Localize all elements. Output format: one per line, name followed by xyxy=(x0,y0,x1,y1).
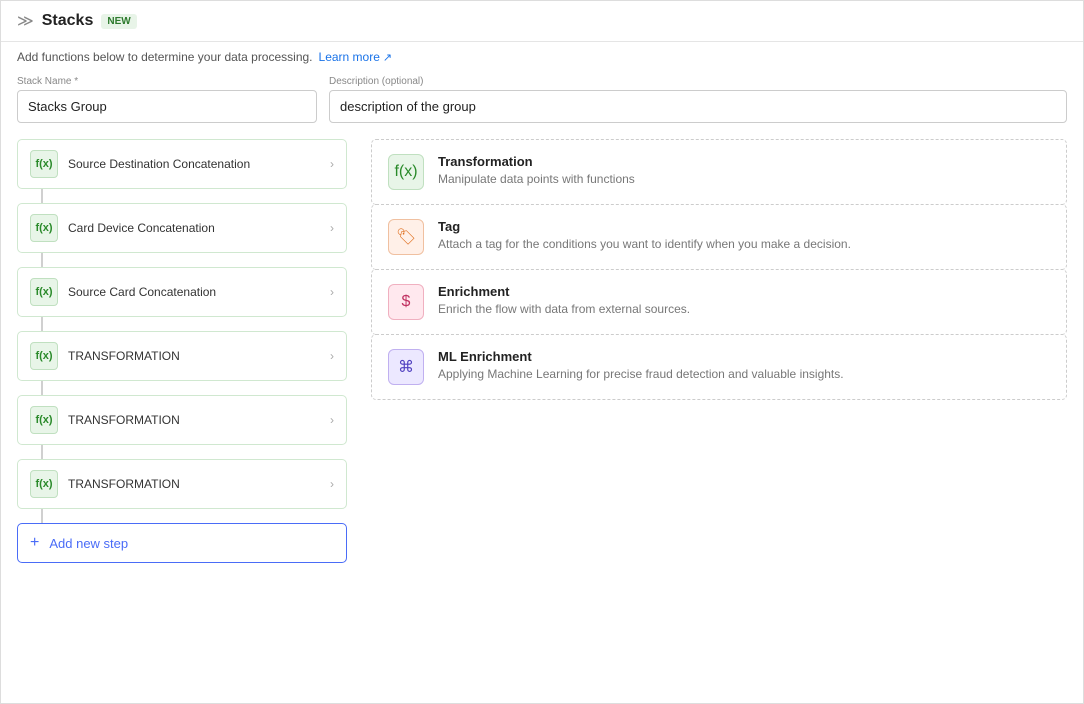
external-link-icon: ↗ xyxy=(383,51,392,64)
step-connector xyxy=(41,317,43,331)
step-connector xyxy=(41,445,43,459)
new-badge: NEW xyxy=(101,14,136,29)
plus-icon: + xyxy=(30,534,39,552)
step-item[interactable]: f(x) Source Destination Concatenation › xyxy=(17,139,347,189)
option-title: Enrichment xyxy=(438,284,690,299)
step-icon: f(x) xyxy=(30,406,58,434)
option-item[interactable]: $ Enrichment Enrich the flow with data f… xyxy=(371,269,1067,335)
option-text: Transformation Manipulate data points wi… xyxy=(438,154,635,186)
option-text: ML Enrichment Applying Machine Learning … xyxy=(438,349,844,381)
step-connector xyxy=(41,189,43,203)
option-text: Tag Attach a tag for the conditions you … xyxy=(438,219,851,251)
option-icon: 🏷 xyxy=(388,219,424,255)
step-icon: f(x) xyxy=(30,342,58,370)
subtitle-text: Add functions below to determine your da… xyxy=(17,50,313,64)
f(x)-icon: f(x) xyxy=(394,163,417,181)
option-desc: Attach a tag for the conditions you want… xyxy=(438,237,851,251)
step-connector xyxy=(41,381,43,395)
stack-name-input[interactable] xyxy=(17,90,317,123)
options-panel: f(x) Transformation Manipulate data poin… xyxy=(371,139,1067,643)
ml-icon: ⌘ xyxy=(398,357,414,377)
option-title: Transformation xyxy=(438,154,635,169)
option-icon: ⌘ xyxy=(388,349,424,385)
step-item[interactable]: f(x) TRANSFORMATION › xyxy=(17,395,347,445)
add-new-step-button[interactable]: + Add new step xyxy=(17,523,347,563)
enrichment-icon: $ xyxy=(402,293,411,311)
description-input[interactable] xyxy=(329,90,1067,123)
learn-more-link[interactable]: Learn more ↗ xyxy=(319,50,393,64)
stacks-icon: ≫ xyxy=(17,11,34,31)
stack-name-label: Stack Name * xyxy=(17,76,317,87)
form-row: Stack Name * Description (optional) xyxy=(1,76,1083,139)
option-title: Tag xyxy=(438,219,851,234)
description-label: Description (optional) xyxy=(329,76,1067,87)
add-step-label: Add new step xyxy=(49,536,128,551)
option-item[interactable]: f(x) Transformation Manipulate data poin… xyxy=(371,139,1067,205)
tag-icon: 🏷 xyxy=(396,227,416,247)
chevron-right-icon: › xyxy=(330,221,334,235)
option-desc: Enrich the flow with data from external … xyxy=(438,302,690,316)
option-icon: $ xyxy=(388,284,424,320)
step-connector xyxy=(41,253,43,267)
step-icon: f(x) xyxy=(30,470,58,498)
step-label: Source Destination Concatenation xyxy=(68,157,320,171)
chevron-right-icon: › xyxy=(330,413,334,427)
option-icon: f(x) xyxy=(388,154,424,190)
chevron-right-icon: › xyxy=(330,157,334,171)
stack-name-field: Stack Name * xyxy=(17,76,317,123)
option-title: ML Enrichment xyxy=(438,349,844,364)
step-item[interactable]: f(x) TRANSFORMATION › xyxy=(17,459,347,509)
description-field: Description (optional) xyxy=(329,76,1067,123)
chevron-right-icon: › xyxy=(330,349,334,363)
option-text: Enrichment Enrich the flow with data fro… xyxy=(438,284,690,316)
option-item[interactable]: 🏷 Tag Attach a tag for the conditions yo… xyxy=(371,204,1067,270)
step-label: TRANSFORMATION xyxy=(68,413,320,427)
option-desc: Applying Machine Learning for precise fr… xyxy=(438,367,844,381)
chevron-right-icon: › xyxy=(330,477,334,491)
chevron-right-icon: › xyxy=(330,285,334,299)
step-connector xyxy=(41,509,43,523)
step-label: Source Card Concatenation xyxy=(68,285,320,299)
step-label: Card Device Concatenation xyxy=(68,221,320,235)
step-icon: f(x) xyxy=(30,150,58,178)
option-item[interactable]: ⌘ ML Enrichment Applying Machine Learnin… xyxy=(371,334,1067,400)
step-item[interactable]: f(x) Source Card Concatenation › xyxy=(17,267,347,317)
main-content: f(x) Source Destination Concatenation › … xyxy=(1,139,1083,659)
step-item[interactable]: f(x) TRANSFORMATION › xyxy=(17,331,347,381)
step-label: TRANSFORMATION xyxy=(68,477,320,491)
page-header: ≫ Stacks NEW xyxy=(1,1,1083,42)
steps-panel: f(x) Source Destination Concatenation › … xyxy=(17,139,347,643)
step-icon: f(x) xyxy=(30,278,58,306)
page-title: Stacks xyxy=(42,12,94,30)
subtitle-row: Add functions below to determine your da… xyxy=(1,42,1083,76)
option-desc: Manipulate data points with functions xyxy=(438,172,635,186)
step-item[interactable]: f(x) Card Device Concatenation › xyxy=(17,203,347,253)
step-label: TRANSFORMATION xyxy=(68,349,320,363)
step-icon: f(x) xyxy=(30,214,58,242)
